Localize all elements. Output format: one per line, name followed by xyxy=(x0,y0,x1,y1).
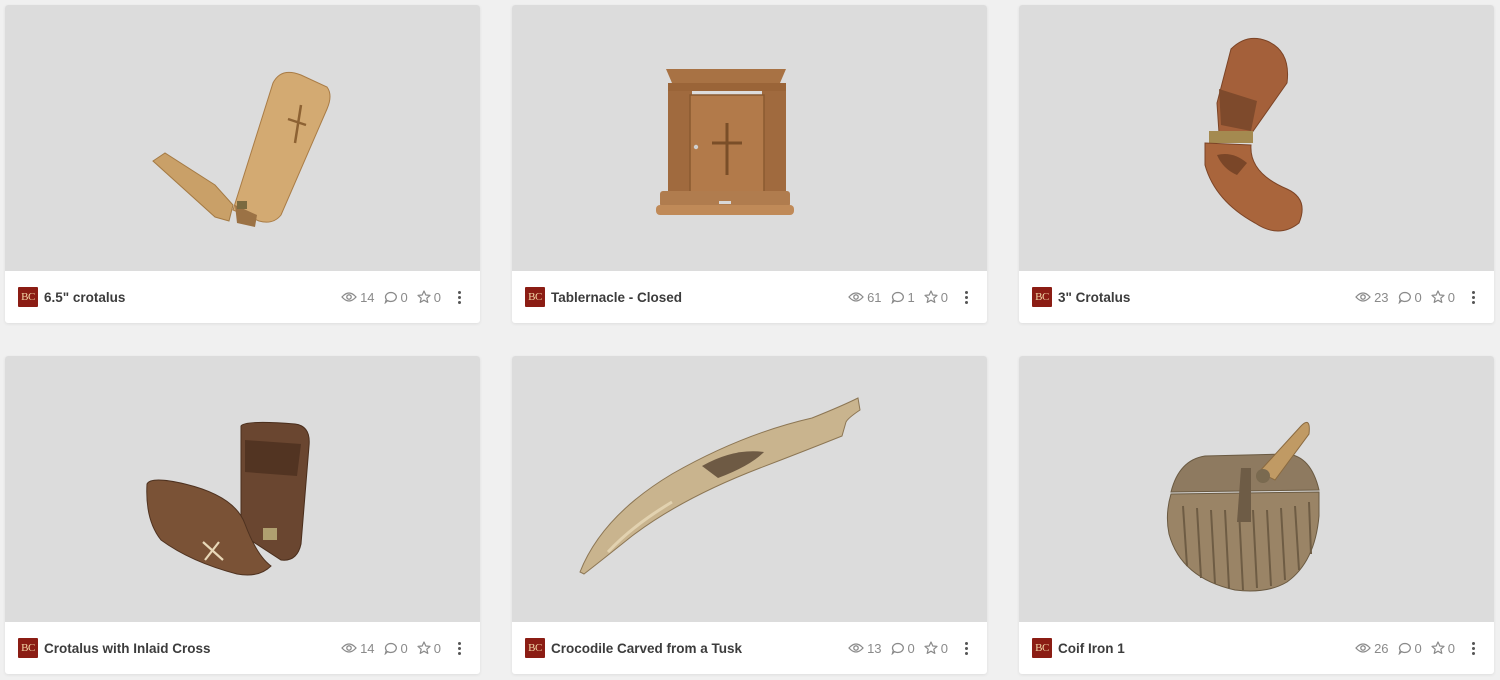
creator-avatar[interactable]: BC xyxy=(18,287,38,307)
eye-icon xyxy=(1355,292,1371,302)
wooden-clapper-image xyxy=(152,71,331,227)
views-stat: 14 xyxy=(341,640,375,656)
more-vertical-icon[interactable] xyxy=(959,639,973,657)
comment-icon xyxy=(1397,642,1411,655)
model-thumbnail[interactable] xyxy=(512,5,987,271)
views-stat: 14 xyxy=(341,289,375,305)
model-thumbnail[interactable] xyxy=(1019,356,1494,622)
likes-count: 0 xyxy=(1447,640,1455,656)
comments-count: 0 xyxy=(400,640,408,656)
likes-count: 0 xyxy=(433,640,441,656)
model-grid: BC 6.5" crotalus 14 0 0 BC Tablernacle -… xyxy=(0,0,1500,680)
star-icon[interactable] xyxy=(1431,641,1445,655)
comments-count: 0 xyxy=(907,640,915,656)
model-title[interactable]: 3" Crotalus xyxy=(1058,290,1130,305)
views-stat: 26 xyxy=(1355,640,1389,656)
views-count: 23 xyxy=(1374,289,1389,305)
views-count: 26 xyxy=(1374,640,1389,656)
star-icon[interactable] xyxy=(417,290,431,304)
comment-icon xyxy=(383,291,397,304)
model-thumbnail[interactable] xyxy=(5,356,480,622)
comment-icon xyxy=(1397,291,1411,304)
comments-stat: 1 xyxy=(890,289,915,305)
carved-tusk-image xyxy=(579,397,861,575)
tabernacle-image xyxy=(656,69,794,215)
model-card[interactable]: BC Crocodile Carved from a Tusk 13 0 0 xyxy=(512,356,987,674)
comments-count: 1 xyxy=(907,289,915,305)
more-vertical-icon[interactable] xyxy=(452,288,466,306)
model-thumbnail[interactable] xyxy=(512,356,987,622)
model-title[interactable]: 6.5" crotalus xyxy=(44,290,125,305)
likes-count: 0 xyxy=(940,289,948,305)
likes-stat[interactable]: 0 xyxy=(417,290,441,305)
creator-avatar[interactable]: BC xyxy=(525,638,545,658)
wooden-clapper-image xyxy=(146,421,310,576)
creator-avatar[interactable]: BC xyxy=(18,638,38,658)
comment-icon xyxy=(890,291,904,304)
eye-icon xyxy=(1355,643,1371,653)
views-stat: 13 xyxy=(848,640,882,656)
likes-stat[interactable]: 0 xyxy=(417,641,441,656)
views-count: 61 xyxy=(867,289,882,305)
comment-icon xyxy=(890,642,904,655)
likes-count: 0 xyxy=(1447,289,1455,305)
comments-stat: 0 xyxy=(1397,289,1422,305)
creator-avatar[interactable]: BC xyxy=(1032,638,1052,658)
model-thumbnail[interactable] xyxy=(5,5,480,271)
eye-icon xyxy=(341,643,357,653)
comment-icon xyxy=(383,642,397,655)
eye-icon xyxy=(848,643,864,653)
model-title[interactable]: Coif Iron 1 xyxy=(1058,641,1125,656)
eye-icon xyxy=(341,292,357,302)
more-vertical-icon[interactable] xyxy=(1466,288,1480,306)
likes-stat[interactable]: 0 xyxy=(924,290,948,305)
comments-count: 0 xyxy=(1414,289,1422,305)
views-count: 13 xyxy=(867,640,882,656)
views-count: 14 xyxy=(360,640,375,656)
views-count: 14 xyxy=(360,289,375,305)
model-title[interactable]: Crocodile Carved from a Tusk xyxy=(551,641,742,656)
views-stat: 61 xyxy=(848,289,882,305)
likes-count: 0 xyxy=(433,289,441,305)
comments-count: 0 xyxy=(400,289,408,305)
model-thumbnail[interactable] xyxy=(1019,5,1494,271)
comments-stat: 0 xyxy=(890,640,915,656)
model-card[interactable]: BC Tablernacle - Closed 61 1 0 xyxy=(512,5,987,323)
wooden-clapper-image xyxy=(1204,37,1303,232)
likes-stat[interactable]: 0 xyxy=(1431,290,1455,305)
comments-stat: 0 xyxy=(383,289,408,305)
likes-count: 0 xyxy=(940,640,948,656)
comments-count: 0 xyxy=(1414,640,1422,656)
star-icon[interactable] xyxy=(924,290,938,304)
views-stat: 23 xyxy=(1355,289,1389,305)
creator-avatar[interactable]: BC xyxy=(1032,287,1052,307)
model-card[interactable]: BC 6.5" crotalus 14 0 0 xyxy=(5,5,480,323)
model-title[interactable]: Tablernacle - Closed xyxy=(551,290,682,305)
likes-stat[interactable]: 0 xyxy=(1431,641,1455,656)
model-card[interactable]: BC Coif Iron 1 26 0 0 xyxy=(1019,356,1494,674)
creator-avatar[interactable]: BC xyxy=(525,287,545,307)
likes-stat[interactable]: 0 xyxy=(924,641,948,656)
star-icon[interactable] xyxy=(417,641,431,655)
model-card[interactable]: BC 3" Crotalus 23 0 0 xyxy=(1019,5,1494,323)
star-icon[interactable] xyxy=(1431,290,1445,304)
star-icon[interactable] xyxy=(924,641,938,655)
more-vertical-icon[interactable] xyxy=(452,639,466,657)
eye-icon xyxy=(848,292,864,302)
model-title[interactable]: Crotalus with Inlaid Cross xyxy=(44,641,211,656)
more-vertical-icon[interactable] xyxy=(959,288,973,306)
comments-stat: 0 xyxy=(1397,640,1422,656)
coif-iron-image xyxy=(1166,421,1320,592)
more-vertical-icon[interactable] xyxy=(1466,639,1480,657)
model-card[interactable]: BC Crotalus with Inlaid Cross 14 0 0 xyxy=(5,356,480,674)
comments-stat: 0 xyxy=(383,640,408,656)
